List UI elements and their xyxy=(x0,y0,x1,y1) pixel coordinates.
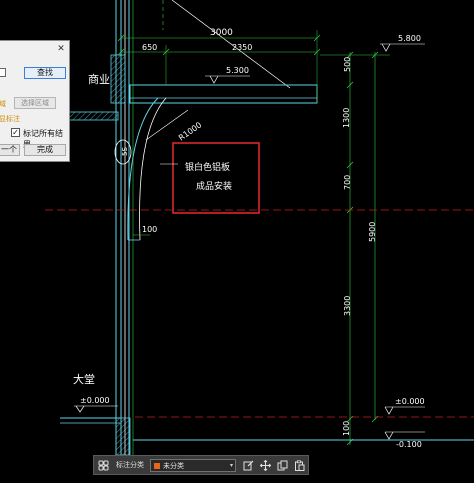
mark-all-checkbox[interactable]: ✓ xyxy=(11,128,20,137)
done-button[interactable]: 完成 xyxy=(24,144,66,156)
note-line-1: 银白色铝板 xyxy=(185,161,230,173)
move-icon[interactable] xyxy=(260,460,271,471)
paste-icon[interactable] xyxy=(294,460,305,471)
cad-drawing-canvas[interactable]: R1000 5S 3000 650 2350 5.300 5.800 500 1… xyxy=(0,0,474,483)
elev-marker-floor-right xyxy=(384,406,394,415)
select-area-button[interactable]: 选择区域 xyxy=(14,97,56,109)
dim-label-2350: 2350 xyxy=(232,43,252,52)
elev-label-5800: 5.800 xyxy=(398,34,421,43)
dim-label-100-left: 100 xyxy=(142,225,157,234)
annotation-toolbar: 标注分类 未分类 ▾ xyxy=(93,455,309,475)
category-label: 标注分类 xyxy=(116,461,144,469)
copy-icon[interactable] xyxy=(277,460,288,471)
elev-label-ground: -0.100 xyxy=(396,440,422,449)
dim-label-1300: 1300 xyxy=(342,108,351,128)
wall-hatch-bottom xyxy=(115,417,131,456)
category-color-swatch xyxy=(154,463,160,469)
highlight-label: 显标注 xyxy=(0,115,20,123)
elev-label-floor-left: ±0.000 xyxy=(80,396,110,405)
radius-label: R1000 xyxy=(177,120,203,142)
dim-label-100-right: 100 xyxy=(342,421,351,436)
option-checkbox[interactable] xyxy=(0,68,6,77)
dim-label-650: 650 xyxy=(142,43,157,52)
dim-label-5900: 5900 xyxy=(368,222,377,242)
dim-label-3000: 3000 xyxy=(210,28,233,38)
elev-marker-floor-left xyxy=(75,405,85,413)
category-select[interactable]: 未分类 ▾ xyxy=(150,459,236,472)
annotation-highlight-box[interactable] xyxy=(172,142,260,214)
elev-marker-5300 xyxy=(209,75,219,84)
note-line-2: 成品安装 xyxy=(196,180,232,192)
elev-marker-ground xyxy=(384,431,394,440)
grid-icon[interactable] xyxy=(98,460,109,471)
wall-tag-text: 5S xyxy=(121,147,129,156)
wall-hatch-top xyxy=(110,54,126,104)
room-label-shop: 商业 xyxy=(88,72,110,86)
chevron-down-icon: ▾ xyxy=(229,462,233,469)
previous-button[interactable]: 一个 xyxy=(0,144,20,156)
find-dialog: ✕ 查找 域 选择区域 显标注 ✓ 标记所有结果 一个 完成 xyxy=(0,40,70,162)
elev-label-floor-right: ±0.000 xyxy=(395,397,425,406)
canopy-outline xyxy=(129,84,318,104)
dim-label-3300: 3300 xyxy=(343,296,352,316)
close-icon[interactable]: ✕ xyxy=(56,44,66,54)
elev-label-5300: 5.300 xyxy=(226,66,249,75)
elev-marker-5800 xyxy=(381,43,391,52)
dim-label-700: 700 xyxy=(343,175,352,190)
dim-label-500: 500 xyxy=(343,57,352,72)
edit-icon[interactable] xyxy=(243,460,254,471)
scope-label: 域 xyxy=(0,100,6,108)
category-value: 未分类 xyxy=(163,462,184,470)
room-label-lobby: 大堂 xyxy=(73,372,95,386)
find-button[interactable]: 查找 xyxy=(24,67,66,79)
